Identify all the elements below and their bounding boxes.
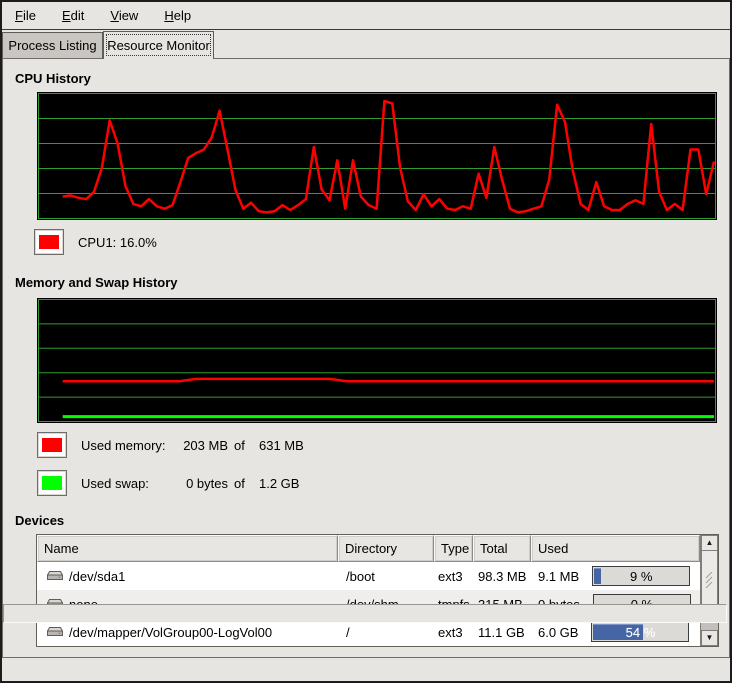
used-swap-value: 0 bytes xyxy=(148,476,228,491)
usage-percent-label: 54 % xyxy=(592,623,688,641)
device-used-value: 9.1 MB xyxy=(538,569,579,584)
used-memory-value: 203 MB xyxy=(148,438,228,453)
total-memory-value: 631 MB xyxy=(259,438,304,453)
swap-color xyxy=(42,476,62,490)
cpu-history-title: CPU History xyxy=(15,71,91,86)
memory-color xyxy=(42,438,62,452)
used-memory-of: of xyxy=(234,438,245,453)
device-directory: /boot xyxy=(338,562,434,590)
scroll-down-button[interactable]: ▼ xyxy=(701,630,718,646)
usage-progress-bar: 9 % xyxy=(592,566,690,586)
system-monitor-window: File Edit View Help Process Listing Reso… xyxy=(0,0,732,683)
devices-scrollbar[interactable]: ▲ ▼ xyxy=(700,535,718,646)
device-row[interactable]: /dev/sda1/bootext398.3 MB 9.1 MB 9 % xyxy=(37,562,700,590)
memory-history-title: Memory and Swap History xyxy=(15,275,178,290)
device-used: 9.1 MB 9 % xyxy=(531,562,700,590)
devices-table: NameDirectoryTypeTotalUsed /dev/sda1/boo… xyxy=(36,534,719,647)
device-name: /dev/sda1 xyxy=(37,562,338,590)
cpu1-legend-label: CPU1: 16.0% xyxy=(78,235,157,250)
column-header-total[interactable]: Total xyxy=(473,535,531,562)
device-used-value: 6.0 GB xyxy=(538,625,578,640)
menu-help[interactable]: Help xyxy=(155,5,200,26)
usage-progress-bar: 54 % xyxy=(591,622,689,642)
cpu1-color-swatch[interactable] xyxy=(34,229,64,255)
devices-title: Devices xyxy=(15,513,64,528)
column-header-used[interactable]: Used xyxy=(531,535,700,562)
tab-process-listing[interactable]: Process Listing xyxy=(2,32,103,58)
column-header-directory[interactable]: Directory xyxy=(338,535,434,562)
menu-view[interactable]: View xyxy=(101,5,147,26)
total-swap-value: 1.2 GB xyxy=(259,476,299,491)
statusbar xyxy=(3,604,727,623)
device-name-label: /dev/mapper/VolGroup00-LogVol00 xyxy=(69,625,272,640)
menubar: File Edit View Help xyxy=(2,2,730,30)
devices-table-header: NameDirectoryTypeTotalUsed xyxy=(37,535,700,562)
used-swap-label: Used swap: xyxy=(81,476,149,491)
memory-swap-history-graph xyxy=(37,298,717,423)
scrollbar-thumb[interactable] xyxy=(701,551,718,609)
device-type: ext3 xyxy=(434,562,473,590)
usage-percent-label: 9 % xyxy=(593,567,689,585)
disk-icon xyxy=(46,625,64,639)
column-header-type[interactable]: Type xyxy=(434,535,473,562)
menu-edit[interactable]: Edit xyxy=(53,5,93,26)
memory-color-swatch[interactable] xyxy=(37,432,67,458)
swap-color-swatch[interactable] xyxy=(37,470,67,496)
column-header-name[interactable]: Name xyxy=(37,535,338,562)
menu-file[interactable]: File xyxy=(6,5,45,26)
disk-icon xyxy=(46,569,64,583)
scrollbar-grip-icon xyxy=(705,572,715,588)
device-name-label: /dev/sda1 xyxy=(69,569,125,584)
cpu-history-graph xyxy=(37,92,717,220)
cpu1-color xyxy=(39,235,59,249)
resource-monitor-panel: CPU History CPU1: 16.0% Memory and Swap … xyxy=(2,58,730,658)
used-swap-of: of xyxy=(234,476,245,491)
tab-resource-monitor[interactable]: Resource Monitor xyxy=(103,31,214,59)
device-total: 98.3 MB xyxy=(473,562,531,590)
scroll-up-button[interactable]: ▲ xyxy=(701,535,718,551)
